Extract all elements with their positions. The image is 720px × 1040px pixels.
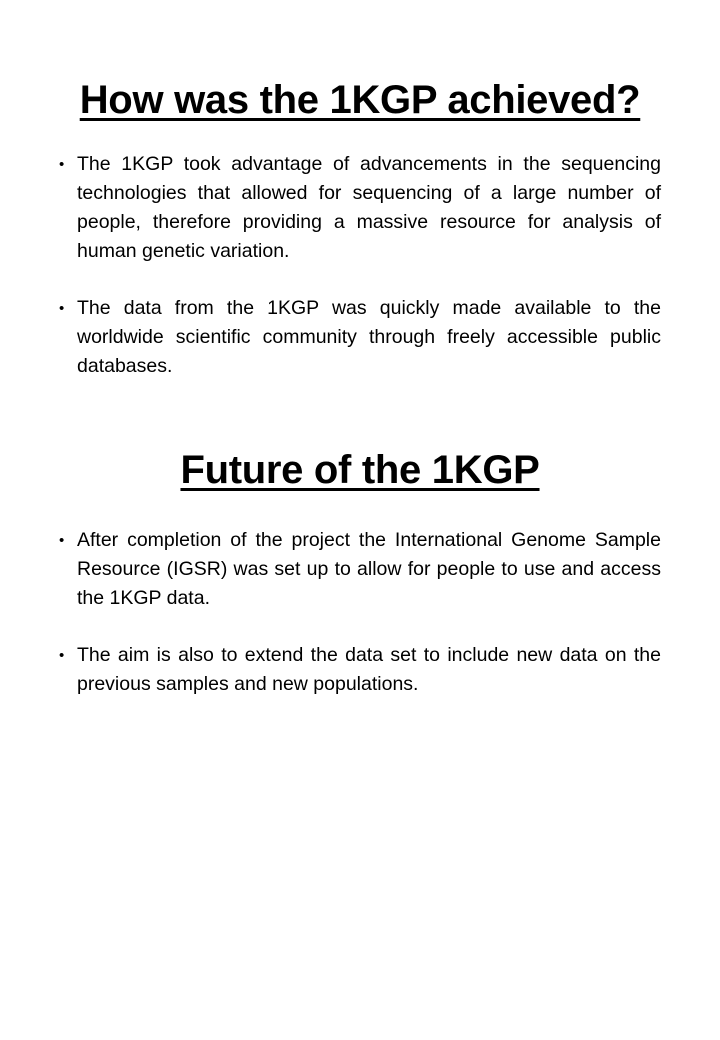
section-heading-achieved: How was the 1KGP achieved? (0, 76, 720, 124)
bullet-icon: • (59, 156, 65, 173)
bullet-item: • The 1KGP took advantage of advancement… (58, 150, 661, 266)
bullet-item: • The aim is also to extend the data set… (58, 641, 661, 699)
bullet-list-future: • After completion of the project the In… (58, 526, 661, 699)
section-heading-future-text: Future of the 1KGP (180, 448, 540, 492)
slide-page: How was the 1KGP achieved? • The 1KGP to… (0, 0, 720, 1040)
bullet-text: The aim is also to extend the data set t… (77, 644, 661, 695)
bullet-item: • After completion of the project the In… (58, 526, 661, 613)
bullet-text: The data from the 1KGP was quickly made … (77, 297, 661, 377)
bullet-text: After completion of the project the Inte… (77, 529, 661, 609)
section-heading-future: Future of the 1KGP (0, 446, 720, 494)
bullet-icon: • (59, 647, 65, 664)
section-heading-achieved-text: How was the 1KGP achieved? (79, 78, 641, 122)
bullet-item: • The data from the 1KGP was quickly mad… (58, 294, 661, 381)
bullet-text: The 1KGP took advantage of advancements … (77, 153, 661, 262)
bullet-list-achieved: • The 1KGP took advantage of advancement… (58, 150, 661, 381)
bullet-icon: • (59, 532, 65, 549)
bullet-icon: • (59, 300, 65, 317)
